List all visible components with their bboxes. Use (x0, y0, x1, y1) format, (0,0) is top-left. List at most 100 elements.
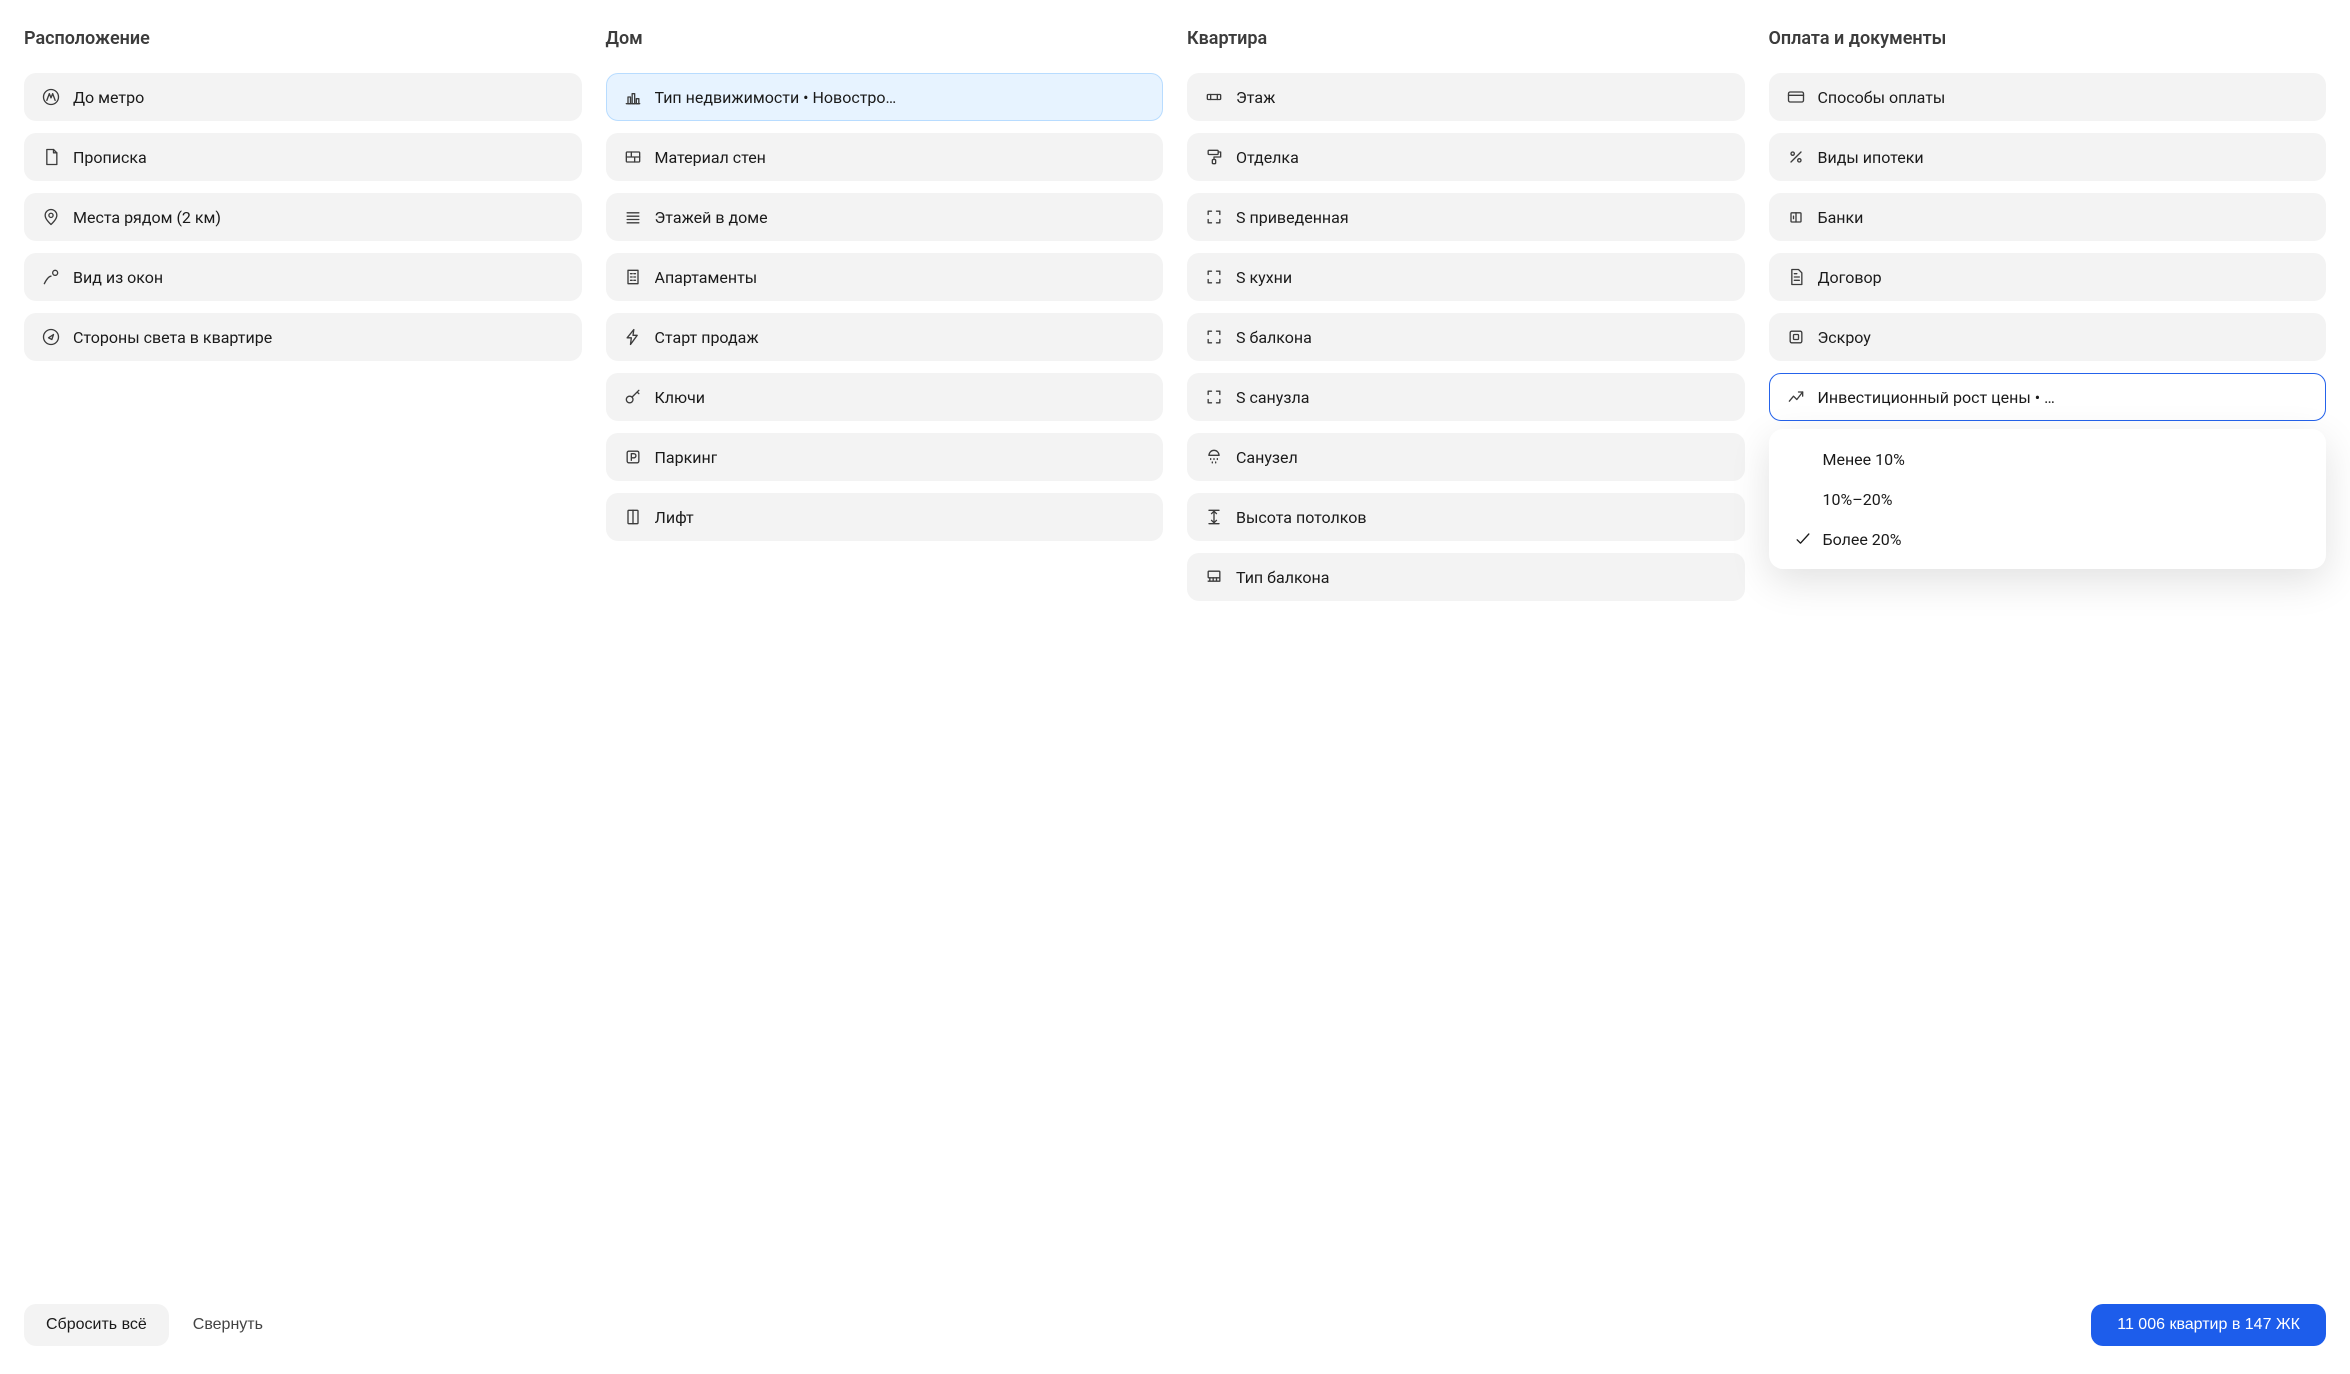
contract-icon (1786, 267, 1806, 287)
column-payment: Оплата и документы Способы оплаты Виды ипо… (1769, 28, 2327, 421)
parking-icon (623, 447, 643, 467)
filter-label: Материал стен (655, 148, 766, 167)
brick-icon (623, 147, 643, 167)
filter-label: Паркинг (655, 448, 718, 467)
filter-label: Отделка (1236, 148, 1299, 167)
filter-apartment-5[interactable]: S санузла (1187, 373, 1745, 421)
filter-label: S кухни (1236, 268, 1292, 287)
filter-payment-3[interactable]: Договор (1769, 253, 2327, 301)
popover-option-1[interactable]: 10%–20% (1769, 479, 2327, 519)
investment-growth-popover: Менее 10% 10%–20% Более 20% (1769, 429, 2327, 569)
filter-label: Стороны света в квартире (73, 328, 272, 347)
filter-house-5[interactable]: Ключи (606, 373, 1164, 421)
filter-label: Лифт (655, 508, 694, 527)
filter-payment-4[interactable]: Эскроу (1769, 313, 2327, 361)
filter-payment-2[interactable]: Банки (1769, 193, 2327, 241)
filter-apartment-2[interactable]: S приведенная (1187, 193, 1745, 241)
column-title-apartment: Квартира (1187, 28, 1745, 49)
filter-label: Инвестиционный рост цены • … (1818, 388, 2055, 407)
filter-label: Банки (1818, 208, 1864, 227)
percent-icon (1786, 147, 1806, 167)
filter-house-4[interactable]: Старт продаж (606, 313, 1164, 361)
collapse-button[interactable]: Свернуть (193, 1316, 263, 1334)
filter-label: Эскроу (1818, 328, 1871, 347)
floors-icon (623, 207, 643, 227)
popover-option-2[interactable]: Более 20% (1769, 519, 2327, 559)
filter-label: Санузел (1236, 448, 1298, 467)
filter-label: Высота потолков (1236, 508, 1367, 527)
filter-house-0[interactable]: Тип недвижимости • Новостро… (606, 73, 1164, 121)
filter-label: Договор (1818, 268, 1882, 287)
filter-apartment-4[interactable]: S балкона (1187, 313, 1745, 361)
bank-icon (1786, 207, 1806, 227)
floor-icon (1204, 87, 1224, 107)
filter-apartment-0[interactable]: Этаж (1187, 73, 1745, 121)
filter-location-3[interactable]: Вид из окон (24, 253, 582, 301)
key-icon (623, 387, 643, 407)
filter-apartment-1[interactable]: Отделка (1187, 133, 1745, 181)
growth-icon (1786, 387, 1806, 407)
area-icon (1204, 267, 1224, 287)
filter-house-6[interactable]: Паркинг (606, 433, 1164, 481)
filter-apartment-8[interactable]: Тип балкона (1187, 553, 1745, 601)
balcony-type-icon (1204, 567, 1224, 587)
filter-label: Прописка (73, 148, 147, 167)
column-location: Расположение До метро Прописка Места рядом … (24, 28, 582, 361)
filter-payment-0[interactable]: Способы оплаты (1769, 73, 2327, 121)
filter-label: S санузла (1236, 388, 1309, 407)
card-icon (1786, 87, 1806, 107)
column-apartment: Квартира Этаж Отделка S приведенная S кухни S… (1187, 28, 1745, 601)
filter-location-2[interactable]: Места рядом (2 км) (24, 193, 582, 241)
filter-label: Вид из окон (73, 268, 163, 287)
filter-house-2[interactable]: Этажей в доме (606, 193, 1164, 241)
window-view-icon (41, 267, 61, 287)
shower-icon (1204, 447, 1224, 467)
filter-label: До метро (73, 88, 144, 107)
column-house: Дом Тип недвижимости • Новостро… Материал … (606, 28, 1164, 541)
popover-option-label: 10%–20% (1823, 490, 1893, 509)
filter-label: Тип балкона (1236, 568, 1329, 587)
document-icon (41, 147, 61, 167)
elevator-icon (623, 507, 643, 527)
filter-house-3[interactable]: Апартаменты (606, 253, 1164, 301)
filter-apartment-7[interactable]: Высота потолков (1187, 493, 1745, 541)
compass-icon (41, 327, 61, 347)
footer-bar: Сбросить всё Свернуть 11 006 квартир в 1… (24, 1280, 2326, 1374)
filter-payment-5[interactable]: Инвестиционный рост цены • … (1769, 373, 2327, 421)
filter-house-7[interactable]: Лифт (606, 493, 1164, 541)
building-icon (623, 267, 643, 287)
filter-label: Старт продаж (655, 328, 759, 347)
filter-label: Апартаменты (655, 268, 758, 287)
area-icon (1204, 327, 1224, 347)
lightning-icon (623, 327, 643, 347)
filter-label: S приведенная (1236, 208, 1349, 227)
popover-option-0[interactable]: Менее 10% (1769, 439, 2327, 479)
filter-label: Виды ипотеки (1818, 148, 1924, 167)
check-icon (1793, 529, 1813, 549)
popover-option-label: Менее 10% (1823, 450, 1905, 469)
filter-location-0[interactable]: До метро (24, 73, 582, 121)
filter-label: Ключи (655, 388, 706, 407)
filter-apartment-6[interactable]: Санузел (1187, 433, 1745, 481)
popover-option-label: Более 20% (1823, 530, 1902, 549)
ceiling-height-icon (1204, 507, 1224, 527)
show-results-button[interactable]: 11 006 квартир в 147 ЖК (2091, 1304, 2326, 1346)
pin-icon (41, 207, 61, 227)
chart-bars-icon (623, 87, 643, 107)
filter-label: Способы оплаты (1818, 88, 1946, 107)
filter-location-1[interactable]: Прописка (24, 133, 582, 181)
filter-label: Места рядом (2 км) (73, 208, 221, 227)
reset-all-button[interactable]: Сбросить всё (24, 1304, 169, 1346)
filter-payment-1[interactable]: Виды ипотеки (1769, 133, 2327, 181)
filter-apartment-3[interactable]: S кухни (1187, 253, 1745, 301)
paint-roller-icon (1204, 147, 1224, 167)
escrow-icon (1786, 327, 1806, 347)
column-title-house: Дом (606, 28, 1164, 49)
filter-label: Тип недвижимости • Новостро… (655, 88, 897, 107)
filter-label: S балкона (1236, 328, 1312, 347)
column-title-payment: Оплата и документы (1769, 28, 2327, 49)
column-title-location: Расположение (24, 28, 582, 49)
filter-label: Этаж (1236, 88, 1275, 107)
filter-location-4[interactable]: Стороны света в квартире (24, 313, 582, 361)
filter-house-1[interactable]: Материал стен (606, 133, 1164, 181)
